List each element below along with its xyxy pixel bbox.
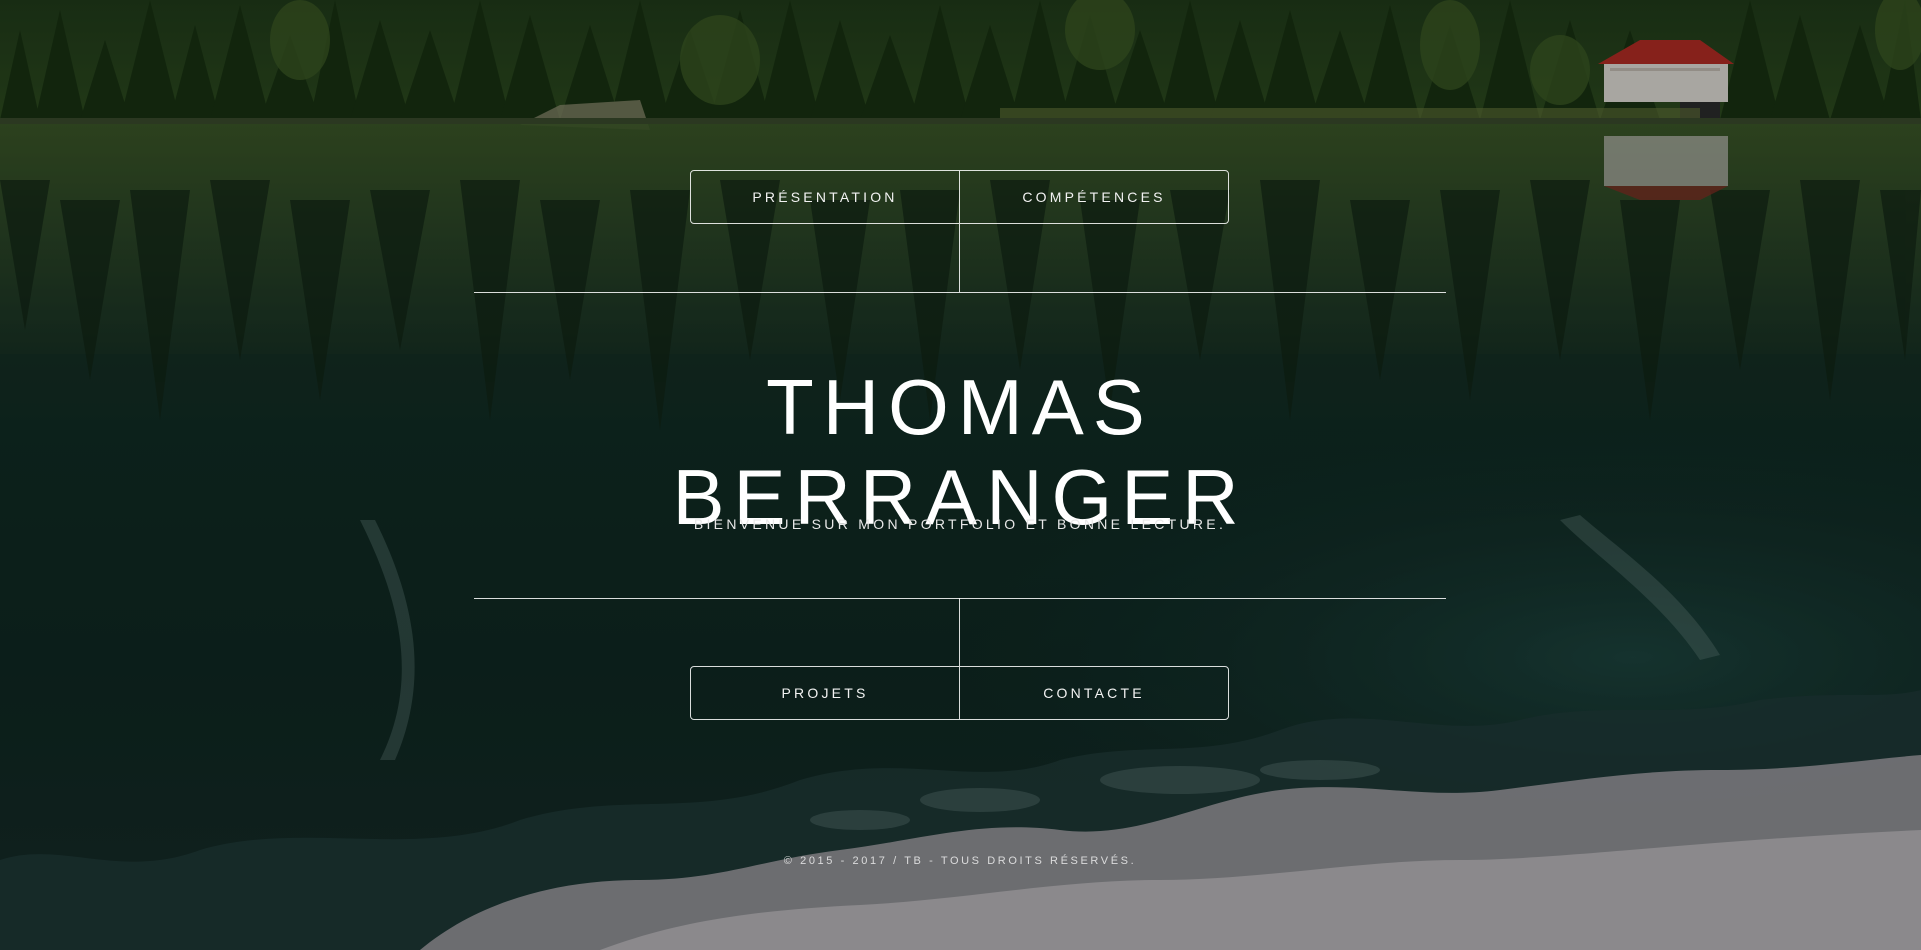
- nav-presentation-button[interactable]: PRÉSENTATION: [691, 171, 959, 223]
- bottom-horizontal-rule: [474, 598, 1446, 599]
- nav-contacte-button[interactable]: CONTACTE: [959, 667, 1228, 719]
- bottom-vertical-connector: [959, 598, 960, 666]
- nav-projets-button[interactable]: PROJETS: [691, 667, 959, 719]
- page-subtitle: BIENVENUE SUR MON PORTFOLIO ET BONNE LEC…: [693, 516, 1227, 532]
- page-title: THOMAS BERRANGER: [672, 363, 1248, 541]
- nav-competences-button[interactable]: COMPÉTENCES: [959, 171, 1228, 223]
- footer-copyright: © 2015 - 2017 / TB - TOUS DROITS RÉSERVÉ…: [783, 855, 1137, 867]
- top-vertical-connector: [959, 224, 960, 292]
- bottom-navigation: PROJETS CONTACTE: [690, 666, 1229, 720]
- top-navigation: PRÉSENTATION COMPÉTENCES: [690, 170, 1229, 224]
- top-horizontal-rule: [474, 292, 1446, 293]
